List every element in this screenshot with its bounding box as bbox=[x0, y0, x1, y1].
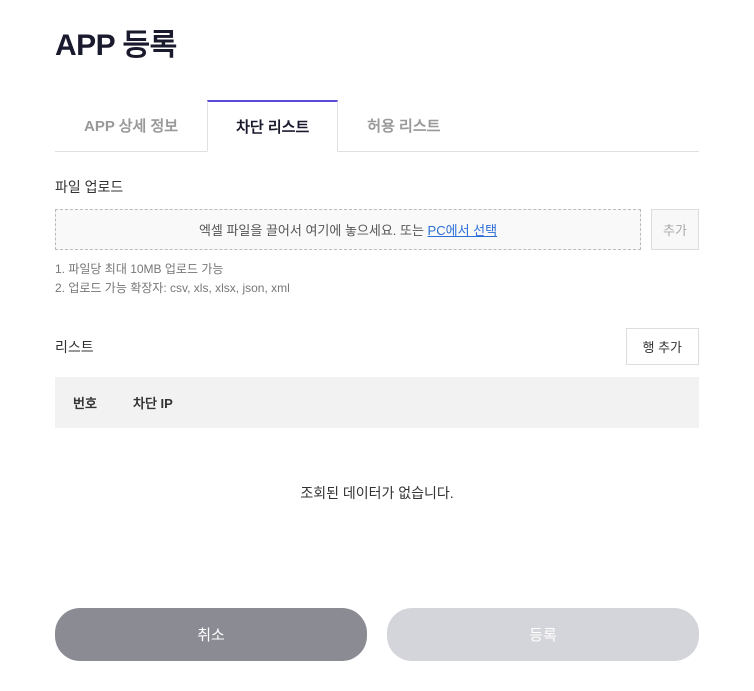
upload-hints: 1. 파일당 최대 10MB 업로드 가능 2. 업로드 가능 확장자: csv… bbox=[55, 260, 699, 298]
empty-state-message: 조회된 데이터가 없습니다. bbox=[55, 428, 699, 588]
page-title: APP 등록 bbox=[55, 20, 699, 64]
pc-select-link[interactable]: PC에서 선택 bbox=[428, 223, 498, 238]
tab-allow-list[interactable]: 허용 리스트 bbox=[338, 100, 469, 152]
file-upload-label: 파일 업로드 bbox=[55, 177, 699, 197]
column-number: 번호 bbox=[73, 393, 133, 412]
table-header: 번호 차단 IP bbox=[55, 377, 699, 428]
cancel-button[interactable]: 취소 bbox=[55, 608, 367, 661]
tab-block-list[interactable]: 차단 리스트 bbox=[207, 100, 338, 152]
file-dropzone[interactable]: 엑셀 파일을 끌어서 여기에 놓으세요. 또는 PC에서 선택 bbox=[55, 209, 641, 250]
list-label: 리스트 bbox=[55, 337, 94, 357]
submit-button[interactable]: 등록 bbox=[387, 608, 699, 661]
tabs: APP 상세 정보 차단 리스트 허용 리스트 bbox=[55, 99, 699, 152]
tab-app-detail[interactable]: APP 상세 정보 bbox=[55, 100, 207, 152]
dropzone-text: 엑셀 파일을 끌어서 여기에 놓으세요. 또는 bbox=[199, 223, 428, 238]
add-row-button[interactable]: 행 추가 bbox=[626, 328, 700, 365]
add-file-button[interactable]: 추가 bbox=[651, 209, 699, 250]
upload-hint-1: 1. 파일당 최대 10MB 업로드 가능 bbox=[55, 260, 699, 279]
upload-hint-2: 2. 업로드 가능 확장자: csv, xls, xlsx, json, xml bbox=[55, 279, 699, 298]
column-blocked-ip: 차단 IP bbox=[133, 393, 681, 412]
